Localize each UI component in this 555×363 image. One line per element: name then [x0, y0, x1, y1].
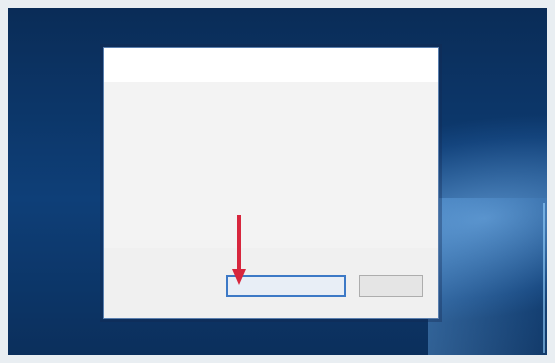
dialog-footer	[104, 248, 438, 318]
arrow-down-icon	[232, 215, 246, 285]
window-edge-line	[543, 203, 545, 353]
confirmation-dialog	[103, 47, 439, 319]
light-beam	[428, 198, 547, 355]
dialog-titlebar	[104, 48, 438, 82]
cancel-button[interactable]	[359, 275, 423, 297]
screenshot-frame	[0, 0, 555, 363]
